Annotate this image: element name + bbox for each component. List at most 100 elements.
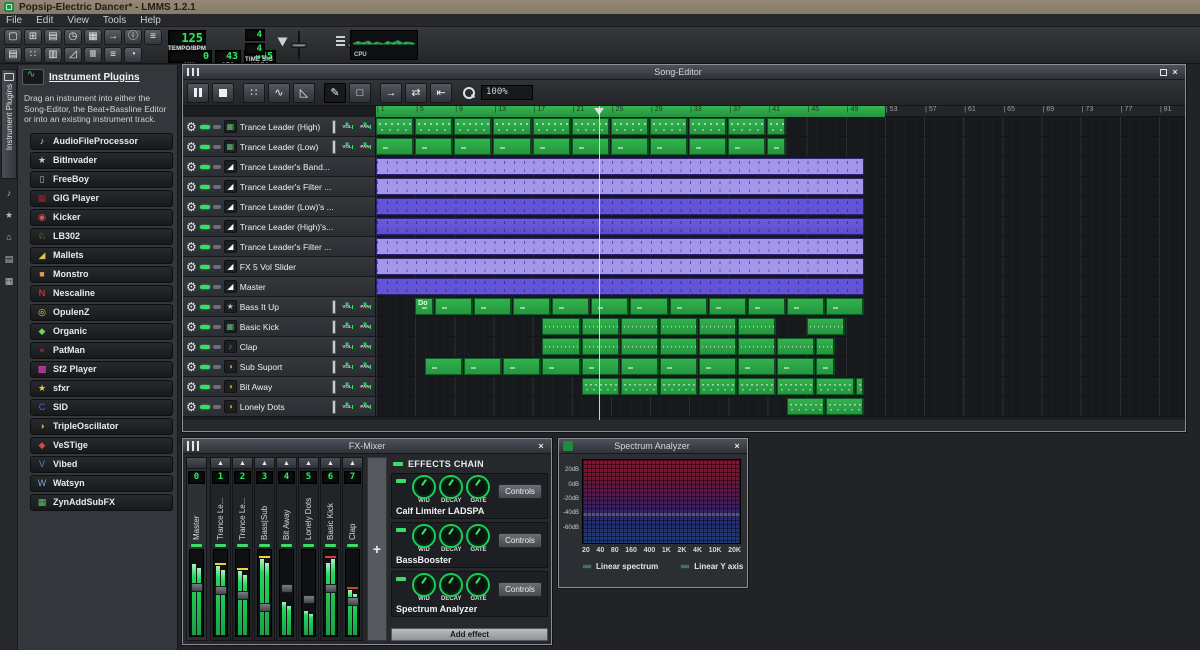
open-project-button[interactable]: ▤ bbox=[44, 29, 62, 45]
track-mute-led[interactable] bbox=[200, 185, 210, 189]
sidebar-tab-computer[interactable]: ▦ bbox=[3, 275, 15, 287]
channel-send-button[interactable]: ▲ bbox=[211, 458, 230, 469]
track-solo-led[interactable] bbox=[213, 145, 221, 149]
track-grid[interactable] bbox=[376, 237, 1185, 256]
pattern-segment[interactable] bbox=[572, 138, 610, 155]
controller-rack-button[interactable]: ◔ bbox=[124, 47, 142, 63]
track-mini-fader[interactable] bbox=[332, 300, 336, 314]
track-grid[interactable] bbox=[376, 277, 1185, 296]
linear-spectrum-led[interactable] bbox=[582, 564, 592, 569]
track-grid[interactable] bbox=[376, 377, 1185, 396]
track-solo-led[interactable] bbox=[213, 285, 221, 289]
zoom-level[interactable]: 100% bbox=[481, 85, 533, 100]
track-header-fx-5-vol-slider[interactable]: ⚙◢FX 5 Vol Slider bbox=[183, 257, 376, 276]
sidebar-tab-instrument-plugins[interactable]: Instrument Plugins bbox=[1, 69, 17, 179]
plugin-item-nescaline[interactable]: NNescaline bbox=[30, 285, 173, 302]
pattern-segment[interactable] bbox=[582, 318, 620, 335]
pattern-segment[interactable] bbox=[493, 138, 531, 155]
import-project-button[interactable]: ⊞ bbox=[24, 29, 42, 45]
channel-fader[interactable] bbox=[301, 549, 316, 637]
pattern-segment[interactable] bbox=[542, 338, 580, 355]
pattern-segment[interactable] bbox=[493, 118, 531, 135]
channel-send-button[interactable]: ▲ bbox=[343, 458, 362, 469]
effect-knob[interactable] bbox=[468, 526, 488, 546]
pattern-segment[interactable] bbox=[542, 358, 580, 375]
channel-send-button[interactable]: ▲ bbox=[233, 458, 252, 469]
track-header-bit-away[interactable]: ⚙◑Bit AwayVOLPAN bbox=[183, 377, 376, 396]
track-gear-icon[interactable]: ⚙ bbox=[186, 261, 197, 273]
song-editor-titlebar[interactable]: Song-Editor × bbox=[183, 65, 1185, 80]
pattern-segment[interactable] bbox=[816, 358, 835, 375]
tempo-display[interactable]: 125 TEMPO/BPM bbox=[168, 30, 206, 52]
track-solo-led[interactable] bbox=[213, 125, 221, 129]
plugin-item-bitinvader[interactable]: ★BitInvader bbox=[30, 152, 173, 169]
track-solo-led[interactable] bbox=[213, 345, 221, 349]
pattern-segment[interactable] bbox=[728, 138, 766, 155]
track-grid[interactable] bbox=[376, 177, 1185, 196]
track-solo-led[interactable] bbox=[213, 325, 221, 329]
plugin-item-tripleoscillator[interactable]: ◑TripleOscillator bbox=[30, 418, 173, 435]
track-header-basic-kick[interactable]: ⚙▦Basic KickVOLPAN bbox=[183, 317, 376, 336]
channel-send-button[interactable]: ▲ bbox=[299, 458, 318, 469]
sidebar-tab-presets[interactable]: ★ bbox=[3, 209, 15, 221]
pattern-segment[interactable] bbox=[738, 378, 776, 395]
channel-mute-led[interactable] bbox=[191, 544, 202, 547]
fx-channel-0[interactable]: 0Master bbox=[186, 457, 207, 641]
track-grid[interactable] bbox=[376, 137, 1185, 156]
fx-mixer-button[interactable]: Ⅲ bbox=[84, 47, 102, 63]
pattern-segment[interactable] bbox=[670, 298, 708, 315]
fx-channel-5[interactable]: ▲5Lonely Dots bbox=[298, 457, 319, 641]
effect-knob[interactable] bbox=[468, 575, 488, 595]
track-header-trance-leader-s-band-[interactable]: ⚙◢Trance Leader's Band... bbox=[183, 157, 376, 176]
song-editor-button[interactable]: ▤ bbox=[4, 47, 22, 63]
channel-send-button[interactable]: ▲ bbox=[255, 458, 274, 469]
song-editor-maximize-button[interactable] bbox=[1157, 67, 1169, 78]
track-grid[interactable] bbox=[376, 157, 1185, 176]
menu-file[interactable]: File bbox=[6, 15, 22, 26]
automation-pattern[interactable] bbox=[376, 218, 864, 235]
track-mini-fader[interactable] bbox=[332, 360, 336, 374]
fader-handle[interactable] bbox=[237, 591, 249, 600]
plugin-item-sid[interactable]: CSID bbox=[30, 399, 173, 416]
pattern-segment[interactable] bbox=[787, 398, 825, 415]
fader-handle[interactable] bbox=[325, 584, 337, 593]
channel-send-button[interactable]: ▲ bbox=[277, 458, 296, 469]
sidebar-tab-samples[interactable]: ♪ bbox=[3, 187, 15, 199]
pattern-segment[interactable] bbox=[621, 358, 659, 375]
effect-knob[interactable] bbox=[441, 477, 461, 497]
track-gear-icon[interactable]: ⚙ bbox=[186, 361, 197, 373]
pattern-segment[interactable] bbox=[826, 398, 864, 415]
track-mini-fader[interactable] bbox=[332, 120, 336, 134]
plugin-item-lb302[interactable]: ♘LB302 bbox=[30, 228, 173, 245]
track-mute-led[interactable] bbox=[200, 365, 210, 369]
fx-mixer-close-button[interactable]: × bbox=[535, 441, 547, 452]
pattern-segment[interactable] bbox=[376, 118, 414, 135]
linear-y-axis-checkbox[interactable]: Linear Y axis bbox=[680, 562, 743, 571]
linear-spectrum-checkbox[interactable]: Linear spectrum bbox=[582, 562, 658, 571]
track-mute-led[interactable] bbox=[200, 285, 210, 289]
plugin-item-gig-player[interactable]: ▦GIG Player bbox=[30, 190, 173, 207]
track-grid[interactable] bbox=[376, 117, 1185, 136]
pattern-segment[interactable] bbox=[689, 118, 727, 135]
pattern-segment[interactable] bbox=[807, 318, 845, 335]
automation-pattern[interactable] bbox=[376, 258, 864, 275]
pattern-segment[interactable] bbox=[572, 118, 610, 135]
pattern-segment[interactable] bbox=[767, 118, 786, 135]
pattern-segment[interactable] bbox=[376, 138, 414, 155]
pattern-segment[interactable] bbox=[542, 318, 580, 335]
add-channel-button[interactable]: + bbox=[367, 457, 387, 641]
effect-controls-button[interactable]: Controls bbox=[498, 582, 542, 597]
track-gear-icon[interactable]: ⚙ bbox=[186, 321, 197, 333]
track-solo-led[interactable] bbox=[213, 265, 221, 269]
pattern-segment[interactable] bbox=[856, 378, 865, 395]
export-project-button[interactable]: → bbox=[104, 29, 122, 45]
spectrum-titlebar[interactable]: Spectrum Analyzer × bbox=[559, 439, 747, 454]
pattern-segment[interactable] bbox=[415, 138, 453, 155]
menu-tools[interactable]: Tools bbox=[103, 15, 126, 26]
track-gear-icon[interactable]: ⚙ bbox=[186, 201, 197, 213]
add-sample-track-button[interactable]: ∿ bbox=[268, 83, 290, 103]
effect-controls-button[interactable]: Controls bbox=[498, 533, 542, 548]
effect-controls-button[interactable]: Controls bbox=[498, 484, 542, 499]
pattern-segment[interactable] bbox=[650, 118, 688, 135]
pattern-segment[interactable] bbox=[454, 138, 492, 155]
